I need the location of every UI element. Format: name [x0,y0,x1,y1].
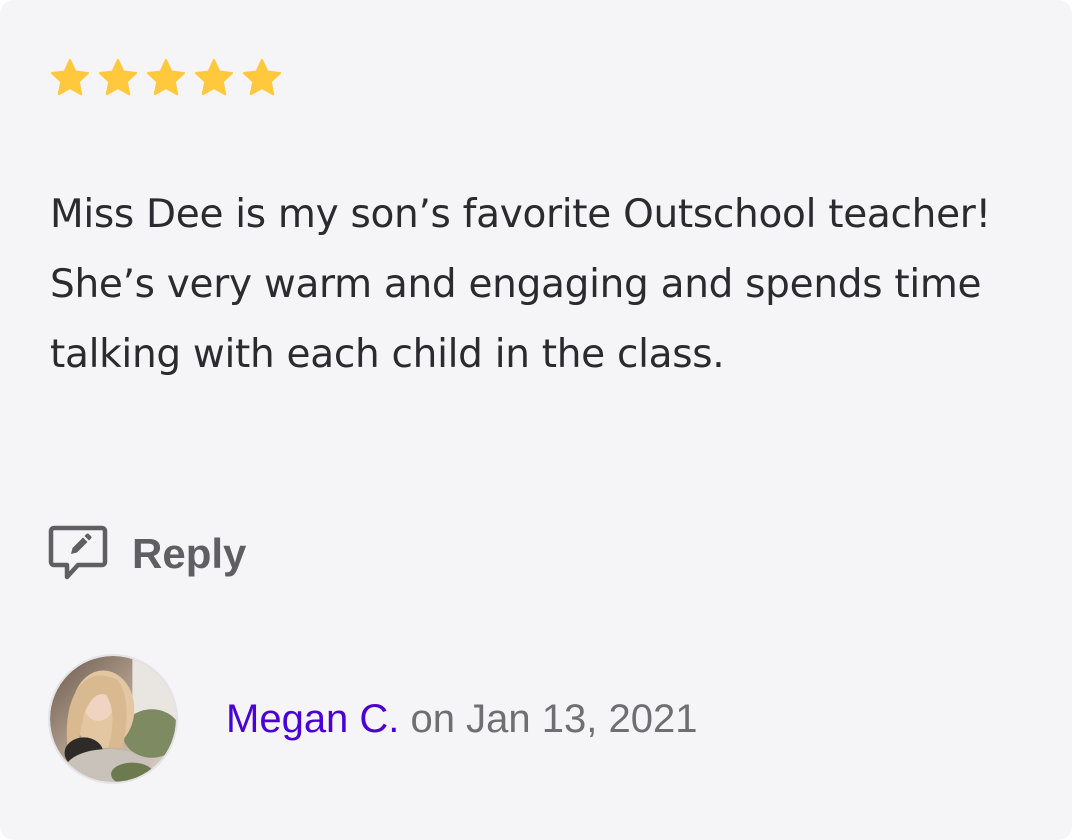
star-icon [146,58,186,96]
review-date: Jan 13, 2021 [466,696,698,741]
edit-comment-icon [48,525,108,580]
reply-button[interactable]: Reply [48,524,246,584]
review-card: Miss Dee is my son’s favorite Outschool … [0,0,1072,840]
review-author: Megan C. on Jan 13, 2021 [48,654,697,784]
star-rating [48,56,284,100]
star-icon [50,58,90,96]
star-icon [242,58,282,96]
review-byline: Megan C. on Jan 13, 2021 [226,697,697,742]
review-text: Miss Dee is my son’s favorite Outschool … [50,192,991,377]
star-icon [98,58,138,96]
author-name-link[interactable]: Megan C. [226,697,399,741]
reply-label: Reply [132,530,247,577]
avatar[interactable] [48,654,178,784]
star-icon [194,58,234,96]
date-prefix: on [410,696,456,741]
